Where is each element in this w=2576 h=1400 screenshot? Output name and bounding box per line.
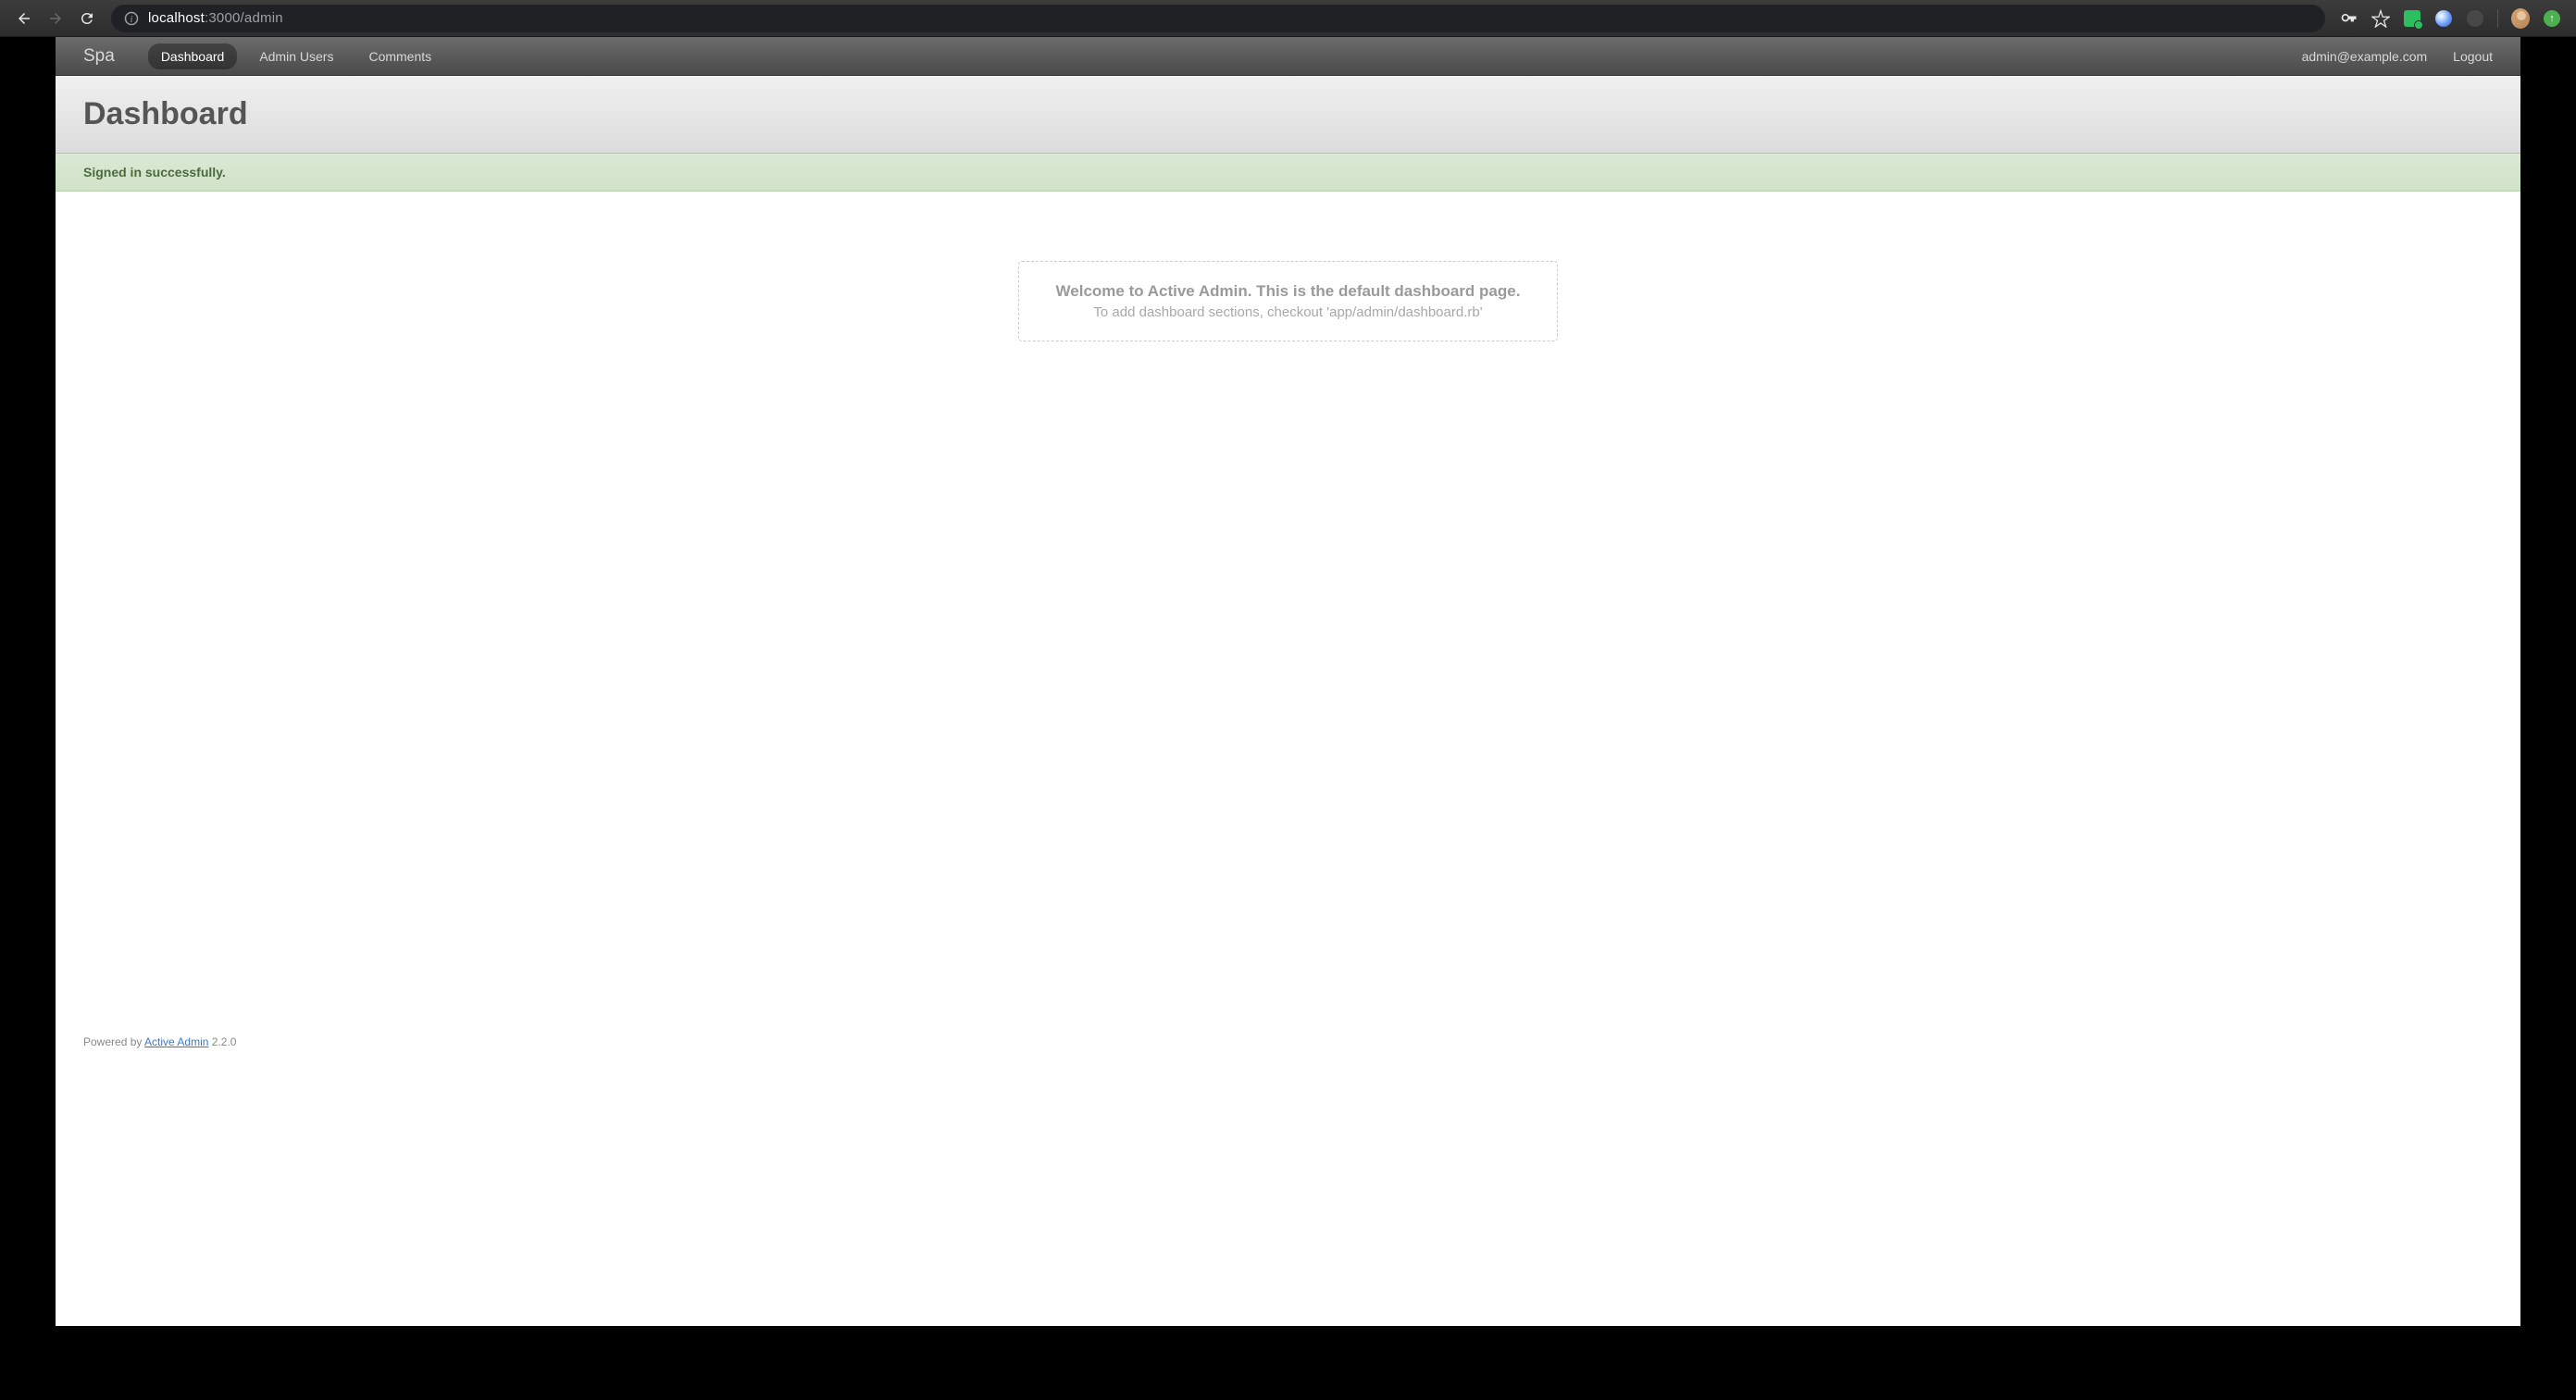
url-text: localhost:3000/admin: [148, 10, 283, 26]
nav-item-comments[interactable]: Comments: [355, 43, 444, 69]
logout-link[interactable]: Logout: [2453, 49, 2493, 64]
extension-gray-icon[interactable]: [2466, 9, 2484, 28]
reload-button[interactable]: [74, 6, 100, 31]
bookmark-star-icon[interactable]: [2371, 9, 2390, 28]
footer-version: 2.2.0: [208, 1035, 236, 1048]
browser-toolbar: i localhost:3000/admin: [0, 0, 2576, 37]
nav-item-admin-users[interactable]: Admin Users: [246, 43, 346, 69]
flash-notice: Signed in successfully.: [56, 154, 2520, 192]
extension-evernote-icon[interactable]: [2403, 9, 2421, 28]
address-bar[interactable]: i localhost:3000/admin: [111, 5, 2325, 32]
page-title: Dashboard: [83, 96, 2493, 132]
footer-prefix: Powered by: [83, 1035, 144, 1048]
title-bar: Dashboard: [56, 76, 2520, 154]
key-icon[interactable]: [2340, 9, 2358, 28]
svg-text:i: i: [131, 15, 133, 25]
site-info-icon[interactable]: i: [124, 11, 139, 26]
current-user-link[interactable]: admin@example.com: [2302, 49, 2428, 64]
footer-active-admin-link[interactable]: Active Admin: [144, 1035, 208, 1048]
extension-upload-icon[interactable]: ↑: [2543, 9, 2561, 28]
profile-avatar[interactable]: [2511, 9, 2530, 28]
toolbar-divider: [2497, 9, 2498, 28]
site-title-link[interactable]: Spa: [83, 46, 115, 67]
welcome-title: Welcome to Active Admin. This is the def…: [1056, 282, 1521, 301]
admin-footer: Powered by Active Admin 2.2.0: [56, 1017, 2520, 1085]
welcome-panel: Welcome to Active Admin. This is the def…: [1018, 261, 1559, 341]
forward-button[interactable]: [43, 6, 68, 31]
back-button[interactable]: [11, 6, 37, 31]
welcome-subtitle: To add dashboard sections, checkout 'app…: [1056, 304, 1521, 320]
admin-nav: Spa Dashboard Admin Users Comments admin…: [56, 37, 2520, 76]
extension-blue-icon[interactable]: [2434, 9, 2453, 28]
nav-item-dashboard[interactable]: Dashboard: [148, 43, 238, 69]
content-area: Welcome to Active Admin. This is the def…: [56, 192, 2520, 1258]
